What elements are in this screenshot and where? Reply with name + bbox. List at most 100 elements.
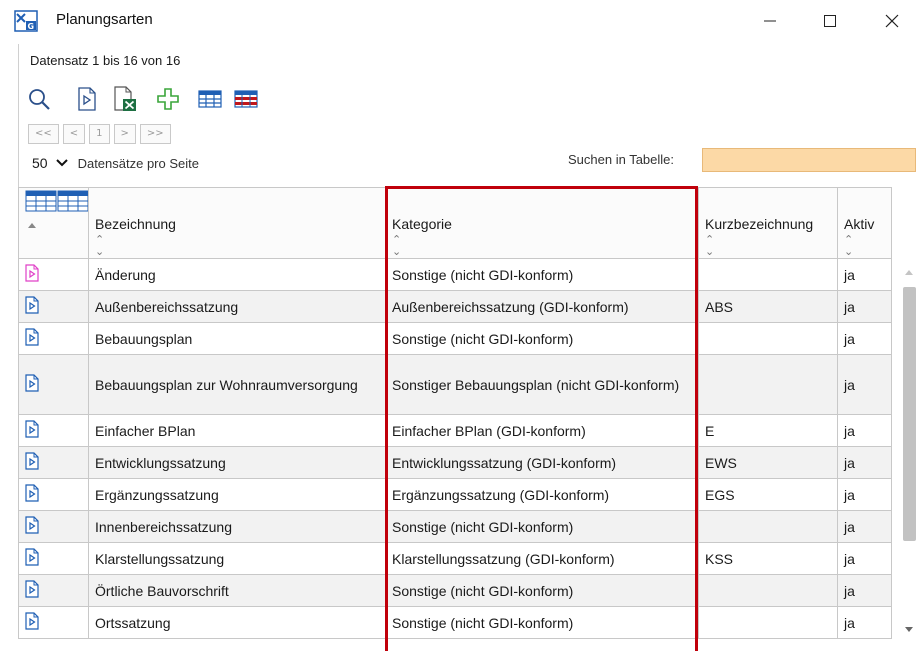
- column-label: Kategorie: [392, 216, 452, 232]
- cell-aktiv: ja: [837, 290, 892, 323]
- per-page-value: 50: [32, 155, 48, 171]
- table-row[interactable]: Entwicklungssatzung Entwicklungssatzung (…: [18, 446, 892, 479]
- table-row[interactable]: Bebauungsplan zur Wohnraumversorgung Sons…: [18, 354, 892, 415]
- cell-bezeichnung: Klarstellungssatzung: [88, 542, 386, 575]
- cell-aktiv: ja: [837, 322, 892, 355]
- open-record-button[interactable]: [74, 86, 100, 112]
- cell-bezeichnung: Bebauungsplan zur Wohnraumversorgung: [88, 354, 386, 415]
- excel-export-button[interactable]: [112, 86, 138, 112]
- table-row[interactable]: Klarstellungssatzung Klarstellungssatzung…: [18, 542, 892, 575]
- table-layout-button[interactable]: [233, 86, 259, 112]
- table-row[interactable]: Einfacher BPlan Einfacher BPlan (GDI-konf…: [18, 414, 892, 447]
- sort-icon: ⌃ ⌄: [844, 234, 854, 258]
- close-button[interactable]: [872, 6, 912, 36]
- sort-icon: ⌃ ⌄: [705, 234, 715, 258]
- row-open-cell[interactable]: [18, 606, 89, 639]
- row-open-cell[interactable]: [18, 446, 89, 479]
- sort-asc-icon: [28, 223, 36, 228]
- cell-aktiv: ja: [837, 354, 892, 415]
- cell-kurz: EWS: [698, 446, 838, 479]
- column-chooser-icon: [25, 190, 88, 212]
- cell-aktiv: ja: [837, 510, 892, 543]
- open-record-icon: [25, 420, 39, 438]
- open-record-icon: [25, 296, 39, 314]
- cell-kurz: [698, 510, 838, 543]
- pager-page-1-button[interactable]: 1: [89, 124, 110, 144]
- search-icon: [29, 89, 50, 110]
- per-page-select[interactable]: 50: [28, 155, 72, 171]
- open-record-icon: [25, 328, 39, 346]
- cell-kategorie: Sonstige (nicht GDI-konform): [385, 606, 699, 639]
- open-record-icon: [25, 580, 39, 598]
- minimize-button[interactable]: [750, 6, 790, 36]
- table-row[interactable]: Örtliche Bauvorschrift Sonstige (nicht GD…: [18, 574, 892, 607]
- cell-kategorie: Ergänzungssatzung (GDI-konform): [385, 478, 699, 511]
- search-button[interactable]: [26, 86, 52, 112]
- maximize-icon: [824, 15, 836, 27]
- table-view-button[interactable]: [197, 86, 223, 112]
- close-icon: [885, 14, 899, 28]
- table-header-row: Bezeichnung ⌃ ⌄ Kategorie ⌃ ⌄ Kurzbezeichn…: [18, 187, 892, 259]
- open-record-icon: [25, 516, 39, 534]
- cell-bezeichnung: Bebauungsplan: [88, 322, 386, 355]
- per-page-label: Datensätze pro Seite: [77, 155, 199, 171]
- cell-kurz: [698, 322, 838, 355]
- cell-kurz: [698, 606, 838, 639]
- maximize-button[interactable]: [810, 6, 850, 36]
- pager-first-button[interactable]: <<: [28, 124, 59, 144]
- sort-icon: ⌃ ⌄: [95, 234, 105, 258]
- column-header-bezeichnung[interactable]: Bezeichnung ⌃ ⌄: [88, 187, 386, 259]
- table-view-icon: [198, 90, 222, 108]
- row-open-cell[interactable]: [18, 574, 89, 607]
- row-open-cell[interactable]: [18, 354, 89, 415]
- table-row[interactable]: Ergänzungssatzung Ergänzungssatzung (GDI-…: [18, 478, 892, 511]
- cell-aktiv: ja: [837, 414, 892, 447]
- open-record-icon: [25, 374, 39, 392]
- search-input[interactable]: [702, 148, 916, 172]
- cell-kategorie: Klarstellungssatzung (GDI-konform): [385, 542, 699, 575]
- open-record-icon: [25, 452, 39, 470]
- column-header-kategorie[interactable]: Kategorie ⌃ ⌄: [385, 187, 699, 259]
- cell-aktiv: ja: [837, 446, 892, 479]
- pager-last-button[interactable]: >>: [139, 124, 171, 144]
- add-icon: [157, 88, 179, 110]
- table-layout-icon: [234, 90, 258, 108]
- cell-aktiv: ja: [837, 606, 892, 639]
- cell-bezeichnung: Ortssatzung: [88, 606, 386, 639]
- table-body: Änderung Sonstige (nicht GDI-konform) ja Au…: [18, 258, 892, 639]
- row-open-cell[interactable]: [18, 258, 89, 291]
- pagination: << < 1 > >>: [28, 124, 175, 144]
- row-open-cell[interactable]: [18, 510, 89, 543]
- column-header-kurzbezeichnung[interactable]: Kurzbezeichnung ⌃ ⌄: [698, 187, 838, 259]
- cell-kurz: E: [698, 414, 838, 447]
- scroll-up-arrow-icon[interactable]: [903, 268, 915, 276]
- cell-bezeichnung: Ergänzungssatzung: [88, 478, 386, 511]
- row-open-cell[interactable]: [18, 478, 89, 511]
- search-label: Suchen in Tabelle:: [568, 152, 675, 167]
- column-select-header[interactable]: [18, 187, 89, 259]
- scrollbar-thumb[interactable]: [903, 287, 916, 541]
- pager-next-button[interactable]: >: [113, 124, 136, 144]
- row-open-cell[interactable]: [18, 542, 89, 575]
- cell-bezeichnung: Einfacher BPlan: [88, 414, 386, 447]
- open-record-icon: [25, 612, 39, 630]
- row-open-cell[interactable]: [18, 290, 89, 323]
- open-record-icon: [25, 484, 39, 502]
- pager-prev-button[interactable]: <: [62, 124, 86, 144]
- cell-aktiv: ja: [837, 258, 892, 291]
- row-open-cell[interactable]: [18, 322, 89, 355]
- table-row[interactable]: Innenbereichssatzung Sonstige (nicht GDI-…: [18, 510, 892, 543]
- column-label: Aktiv: [844, 216, 875, 232]
- xplan-grid-icon: G: [14, 10, 38, 32]
- table-row[interactable]: Außenbereichssatzung Außenbereichssatzung…: [18, 290, 892, 323]
- row-open-cell[interactable]: [18, 414, 89, 447]
- cell-aktiv: ja: [837, 574, 892, 607]
- cell-kategorie: Einfacher BPlan (GDI-konform): [385, 414, 699, 447]
- table-row[interactable]: Bebauungsplan Sonstige (nicht GDI-konform…: [18, 322, 892, 355]
- scroll-down-arrow-icon[interactable]: [903, 626, 915, 634]
- column-header-aktiv[interactable]: Aktiv ⌃ ⌄: [837, 187, 892, 259]
- table-row[interactable]: Änderung Sonstige (nicht GDI-konform) ja: [18, 258, 892, 291]
- cell-bezeichnung: Entwicklungssatzung: [88, 446, 386, 479]
- add-button[interactable]: [155, 86, 181, 112]
- table-row[interactable]: Ortssatzung Sonstige (nicht GDI-konform) j…: [18, 606, 892, 639]
